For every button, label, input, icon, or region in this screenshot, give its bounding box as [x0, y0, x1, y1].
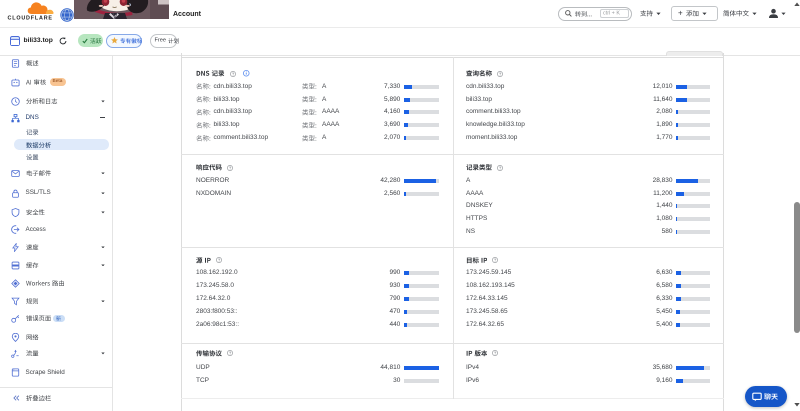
- svg-text:CLOUDFLARE: CLOUDFLARE: [8, 16, 53, 21]
